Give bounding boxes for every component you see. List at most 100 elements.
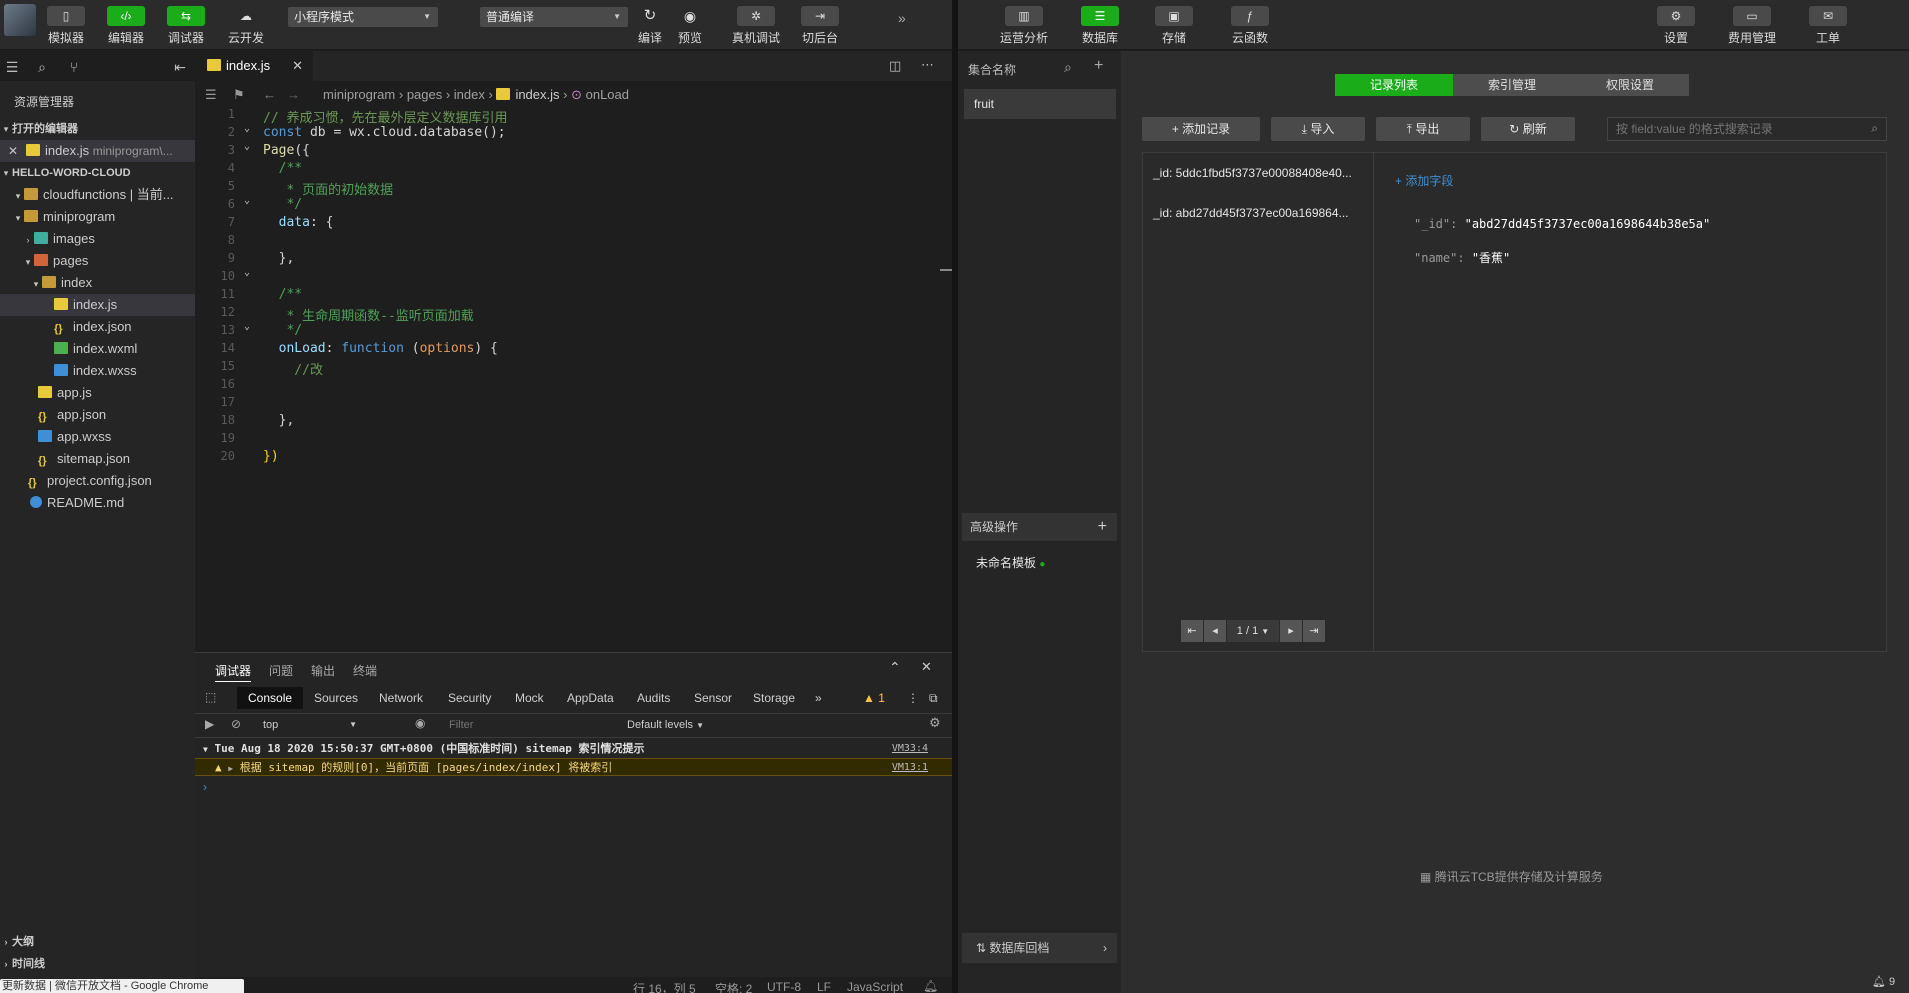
db-rollback-button[interactable]: ⇅ 数据库回档 › [962, 933, 1117, 963]
breadcrumb-item[interactable]: index [454, 87, 485, 102]
database-button[interactable]: ☰ 数据库 [1070, 4, 1130, 48]
taskbar-chrome-item[interactable]: 更新数据 | 微信开放文档 - Google Chrome [0, 979, 244, 993]
levels-select[interactable]: Default levels ▼ [627, 716, 704, 734]
simulator-button[interactable]: ▯ 模拟器 [38, 4, 94, 48]
page-select[interactable]: 1 / 1 ▼ [1227, 620, 1279, 642]
record-search-input[interactable] [1608, 118, 1858, 140]
close-icon[interactable]: ✕ [0, 140, 26, 162]
devtools-tab-security[interactable]: Security [448, 691, 491, 705]
add-record-button[interactable]: + 添加记录 [1142, 117, 1260, 141]
tree-item-index-folder[interactable]: ▾ index [0, 272, 195, 294]
encoding[interactable]: UTF-8 [767, 980, 801, 993]
add-field-button[interactable]: + 添加字段 [1395, 172, 1453, 189]
language-mode[interactable]: JavaScript [847, 980, 903, 993]
breadcrumb-item[interactable]: onLoad [586, 87, 629, 102]
tab-index-js[interactable]: index.js ✕ [195, 51, 313, 81]
tab-record-list[interactable]: 记录列表 [1335, 74, 1453, 96]
tree-item-images[interactable]: › images [0, 228, 195, 250]
search-icon[interactable]: ⌕ [1871, 121, 1878, 136]
source-link[interactable]: VM33:4 [892, 740, 928, 758]
cloud-function-button[interactable]: ƒ 云函数 [1220, 4, 1280, 48]
tab-permissions[interactable]: 权限设置 [1571, 74, 1689, 96]
remote-debug-button[interactable]: ✲ 真机调试 [726, 4, 786, 48]
tab-output[interactable]: 输出 [311, 662, 335, 679]
close-icon[interactable]: ✕ [292, 51, 303, 81]
fold-chevron-icon[interactable]: ⌄ [244, 141, 250, 152]
warning-count[interactable]: ▲ 1 [863, 691, 885, 705]
tree-item-cloudfunctions[interactable]: ▾ cloudfunctions | 当前... [0, 184, 195, 206]
tree-item-project-config[interactable]: {} project.config.json [0, 470, 195, 492]
prev-page-icon[interactable]: ◂ [1204, 620, 1226, 642]
breadcrumb-item[interactable]: miniprogram [323, 87, 395, 102]
debugger-button[interactable]: ⇆ 调试器 [158, 4, 214, 48]
cloud-dev-button[interactable]: ☁ 云开发 [218, 4, 274, 48]
back-icon[interactable]: ← [263, 83, 276, 107]
end-of-line[interactable]: LF [817, 980, 831, 993]
ticket-button[interactable]: ✉ 工单 [1798, 4, 1858, 48]
devtools-tab-sources[interactable]: Sources [314, 691, 358, 705]
fold-chevron-icon[interactable]: ⌄ [244, 321, 250, 332]
fold-chevron-icon[interactable]: ⌄ [244, 267, 250, 278]
console-prompt-icon[interactable]: › [203, 780, 207, 794]
undock-icon[interactable]: ⧉ [929, 691, 938, 706]
tree-item-index-wxss[interactable]: index.wxss [0, 360, 195, 382]
add-collection-icon[interactable]: + [1094, 57, 1103, 75]
list-icon[interactable]: ☰ [205, 83, 217, 107]
background-button[interactable]: ⇥ 切后台 [792, 4, 848, 48]
avatar[interactable] [4, 4, 36, 36]
list-icon[interactable]: ☰ [4, 59, 20, 75]
tree-item-miniprogram[interactable]: ▾ miniprogram [0, 206, 195, 228]
console-warning[interactable]: ▲ ▶ 根据 sitemap 的规则[0]，当前页面 [pages/index/… [195, 758, 952, 776]
settings-button[interactable]: ⚙ 设置 [1646, 4, 1706, 48]
breadcrumb-item[interactable]: pages [407, 87, 442, 102]
field-row[interactable]: "name": "香蕉" [1414, 249, 1510, 266]
collection-item-fruit[interactable]: fruit [964, 89, 1116, 119]
tree-item-readme[interactable]: README.md [0, 492, 195, 514]
devtools-tab-audits[interactable]: Audits [637, 691, 670, 705]
gear-icon[interactable]: ⚙ [929, 715, 941, 731]
tab-terminal[interactable]: 终端 [353, 662, 377, 679]
open-editor-item[interactable]: ✕ index.js miniprogram\... [0, 140, 195, 162]
indentation[interactable]: 空格: 2 [715, 980, 752, 993]
devtools-tab-network[interactable]: Network [379, 691, 423, 705]
billing-button[interactable]: ▭ 费用管理 [1722, 4, 1782, 48]
preview-button[interactable]: ◉ 预览 [664, 4, 716, 48]
analytics-button[interactable]: ▥ 运营分析 [994, 4, 1054, 48]
split-editor-icon[interactable]: ◫ [889, 58, 901, 74]
mode-select[interactable]: 小程序模式 ▼ [288, 7, 438, 27]
more-icon[interactable]: » [898, 10, 906, 26]
maximize-panel-icon[interactable]: ⌃ [889, 659, 901, 676]
console-log-group[interactable]: ▼ Tue Aug 18 2020 15:50:37 GMT+0800 (中国标… [195, 740, 952, 758]
forward-icon[interactable]: → [287, 83, 300, 107]
record-row[interactable]: _id: 5ddc1fbd5f3737e00088408e40... [1153, 166, 1352, 180]
source-link[interactable]: VM13:1 [892, 759, 928, 777]
devtools-tab-console[interactable]: Console [237, 687, 304, 709]
breadcrumb-item[interactable]: index.js [515, 87, 559, 102]
field-row[interactable]: "_id": "abd27dd45f3737ec00a1698644b38e5a… [1414, 217, 1710, 231]
timeline-header[interactable]: › 时间线 [0, 953, 195, 975]
bookmark-icon[interactable]: ⚑ [233, 83, 245, 107]
devtools-tab-appdata[interactable]: AppData [567, 691, 614, 705]
console-filter-input[interactable] [445, 716, 595, 734]
next-page-icon[interactable]: ▸ [1280, 620, 1302, 642]
tab-problems[interactable]: 问题 [269, 662, 293, 679]
tab-debugger[interactable]: 调试器 [215, 662, 252, 682]
context-select[interactable]: top ▼ [253, 716, 363, 734]
close-panel-icon[interactable]: ✕ [921, 659, 932, 675]
storage-button[interactable]: ▣ 存储 [1144, 4, 1204, 48]
notification-badge[interactable]: 🔔︎ 9 [1872, 975, 1895, 988]
compile-select[interactable]: 普通编译 ▼ [480, 7, 628, 27]
tree-item-app-wxss[interactable]: app.wxss [0, 426, 195, 448]
tab-index-manage[interactable]: 索引管理 [1453, 74, 1571, 96]
tree-item-app-js[interactable]: app.js [0, 382, 195, 404]
devtools-tab-mock[interactable]: Mock [515, 691, 544, 705]
open-editors-header[interactable]: ▾ 打开的编辑器 [0, 118, 195, 140]
search-icon[interactable]: ⌕ [1064, 59, 1072, 76]
clear-console-icon[interactable]: ⊘ [231, 717, 241, 731]
add-template-icon[interactable]: + [1098, 513, 1107, 541]
first-page-icon[interactable]: ⇤ [1181, 620, 1203, 642]
kebab-menu-icon[interactable]: ⋮ [907, 691, 919, 705]
editor-button[interactable]: ‹/› 编辑器 [98, 4, 154, 48]
export-button[interactable]: ⤒ 导出 [1376, 117, 1470, 141]
import-button[interactable]: ⤓ 导入 [1271, 117, 1365, 141]
